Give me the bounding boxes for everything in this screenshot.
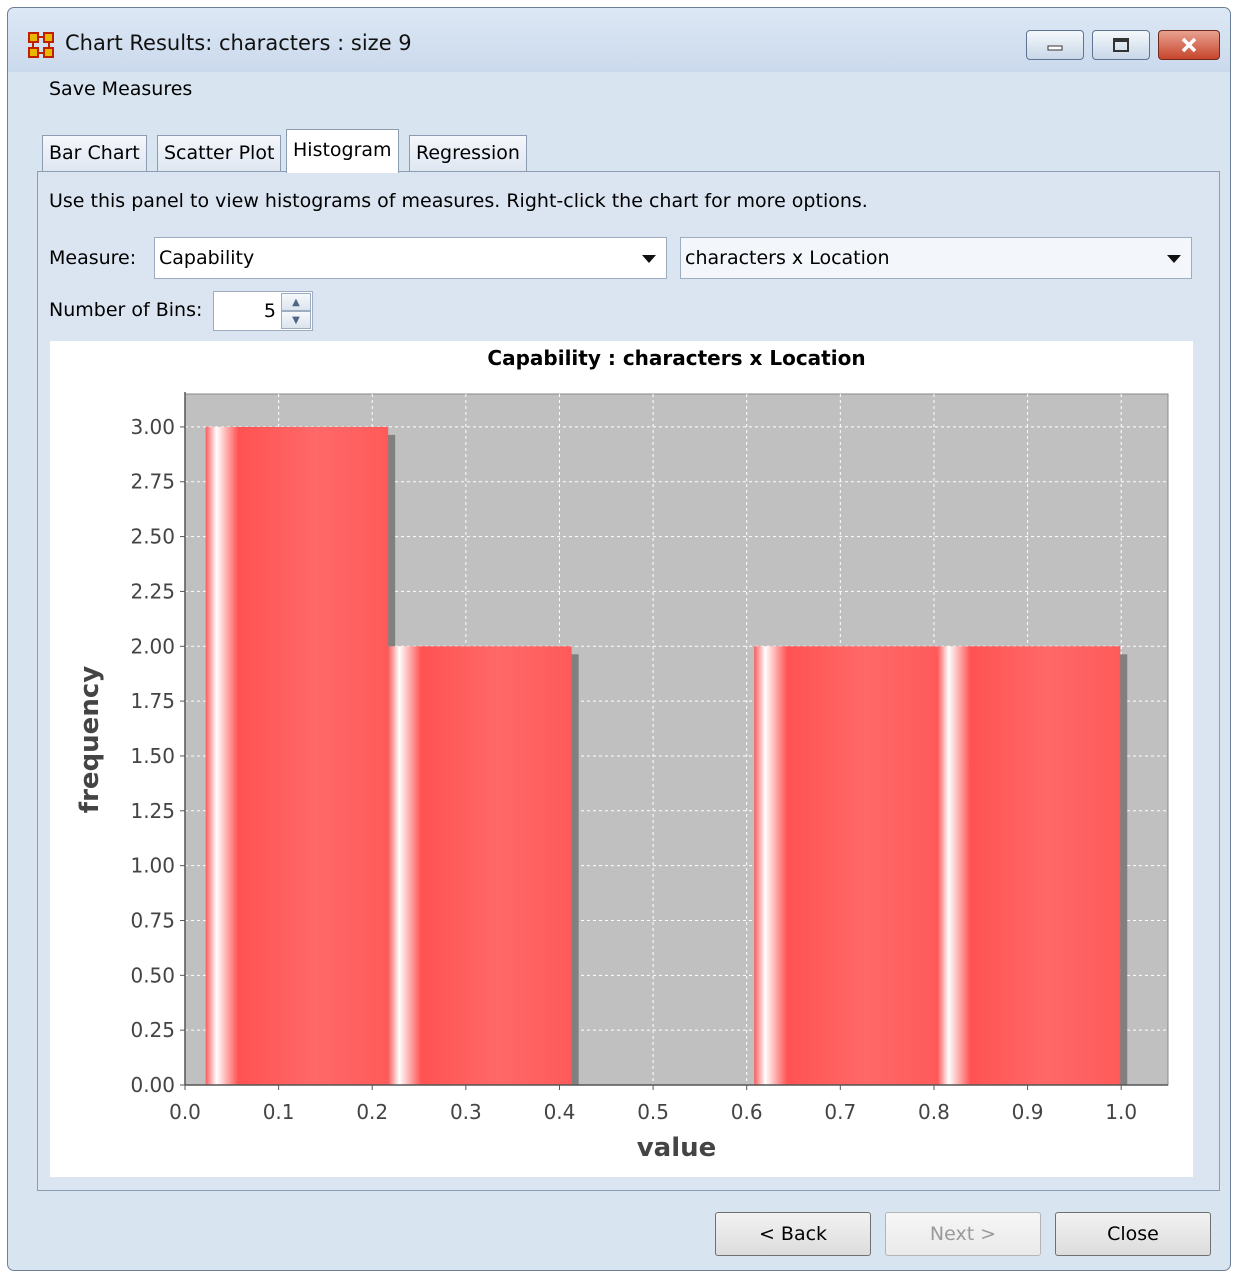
histogram-bar-5[interactable] <box>937 646 1121 1085</box>
back-button[interactable]: < Back <box>715 1212 871 1256</box>
x-tick-label: 0.8 <box>918 1100 950 1124</box>
tab-regression[interactable]: Regression <box>409 135 527 171</box>
chevron-down-icon <box>1167 255 1181 263</box>
network-select-value: characters x Location <box>685 247 890 269</box>
close-window-button[interactable] <box>1158 30 1220 60</box>
y-tick-label: 0.75 <box>130 908 175 932</box>
arrow-down-icon: ▼ <box>292 314 300 326</box>
y-tick-label: 1.50 <box>130 744 175 768</box>
tab-scatter-plot[interactable]: Scatter Plot <box>157 135 282 171</box>
x-tick-label: 0.6 <box>731 1100 763 1124</box>
maximize-button[interactable] <box>1092 30 1150 60</box>
bins-label: Number of Bins: <box>49 299 203 321</box>
x-tick-label: 0.5 <box>637 1100 669 1124</box>
window-title: Chart Results: characters : size 9 <box>65 31 412 55</box>
y-tick-label: 2.50 <box>130 525 175 549</box>
bins-spinner[interactable]: 5 ▲ ▼ <box>213 291 313 331</box>
y-tick-label: 1.00 <box>130 854 175 878</box>
arrow-up-icon: ▲ <box>292 296 300 308</box>
histogram-svg: Capability : characters x Location 0.00 0.… <box>75 346 1169 1163</box>
title-bar[interactable]: Chart Results: characters : size 9 <box>8 8 1230 72</box>
minimize-icon <box>1047 45 1063 51</box>
measure-select[interactable]: Capability <box>154 237 667 279</box>
x-tick-label: 0.3 <box>450 1100 482 1124</box>
y-tick-label: 0.25 <box>130 1018 175 1042</box>
tab-bar-chart[interactable]: Bar Chart <box>42 135 147 171</box>
x-tick-label: 1.0 <box>1105 1100 1137 1124</box>
histogram-bar-1[interactable] <box>205 426 389 1085</box>
x-tick-label: 0.0 <box>169 1100 201 1124</box>
close-button[interactable]: Close <box>1055 1212 1211 1256</box>
spin-up-button[interactable]: ▲ <box>281 293 311 311</box>
app-network-icon <box>28 32 54 58</box>
x-tick-label: 0.1 <box>263 1100 295 1124</box>
x-tick-label: 0.7 <box>824 1100 856 1124</box>
tab-histogram[interactable]: Histogram <box>286 129 399 173</box>
y-tick-label: 2.75 <box>130 470 175 494</box>
spin-down-button[interactable]: ▼ <box>281 311 311 329</box>
bins-value: 5 <box>263 300 276 322</box>
menu-save-measures[interactable]: Save Measures <box>49 78 192 100</box>
histogram-chart[interactable]: Capability : characters x Location 0.00 0.… <box>50 341 1193 1177</box>
histogram-bar-4[interactable] <box>754 646 938 1085</box>
y-tick-label: 2.00 <box>130 634 175 658</box>
y-tick-label: 3.00 <box>130 415 175 439</box>
y-tick-label: 1.25 <box>130 799 175 823</box>
chevron-down-icon <box>642 255 656 263</box>
chart-title: Capability : characters x Location <box>487 346 865 370</box>
histogram-bar-2[interactable] <box>388 646 572 1085</box>
x-axis-label: value <box>637 1133 717 1163</box>
minimize-button[interactable] <box>1026 30 1084 60</box>
panel-instructions: Use this panel to view histograms of mea… <box>49 190 868 212</box>
measure-select-value: Capability <box>159 247 255 269</box>
next-button[interactable]: Next > <box>885 1212 1041 1256</box>
maximize-icon <box>1113 38 1129 52</box>
measure-label: Measure: <box>49 247 137 269</box>
y-tick-label: 1.75 <box>130 689 175 713</box>
y-tick-label: 0.50 <box>130 963 175 987</box>
y-axis-label: frequency <box>75 666 105 813</box>
y-tick-label: 2.25 <box>130 579 175 603</box>
network-select[interactable]: characters x Location <box>680 237 1192 279</box>
x-tick-label: 0.9 <box>1012 1100 1044 1124</box>
y-tick-label: 0.00 <box>130 1073 175 1097</box>
close-icon <box>1181 37 1197 53</box>
x-tick-label: 0.4 <box>544 1100 576 1124</box>
chart-results-window: Chart Results: characters : size 9 Save … <box>7 7 1231 1271</box>
x-tick-label: 0.2 <box>356 1100 388 1124</box>
